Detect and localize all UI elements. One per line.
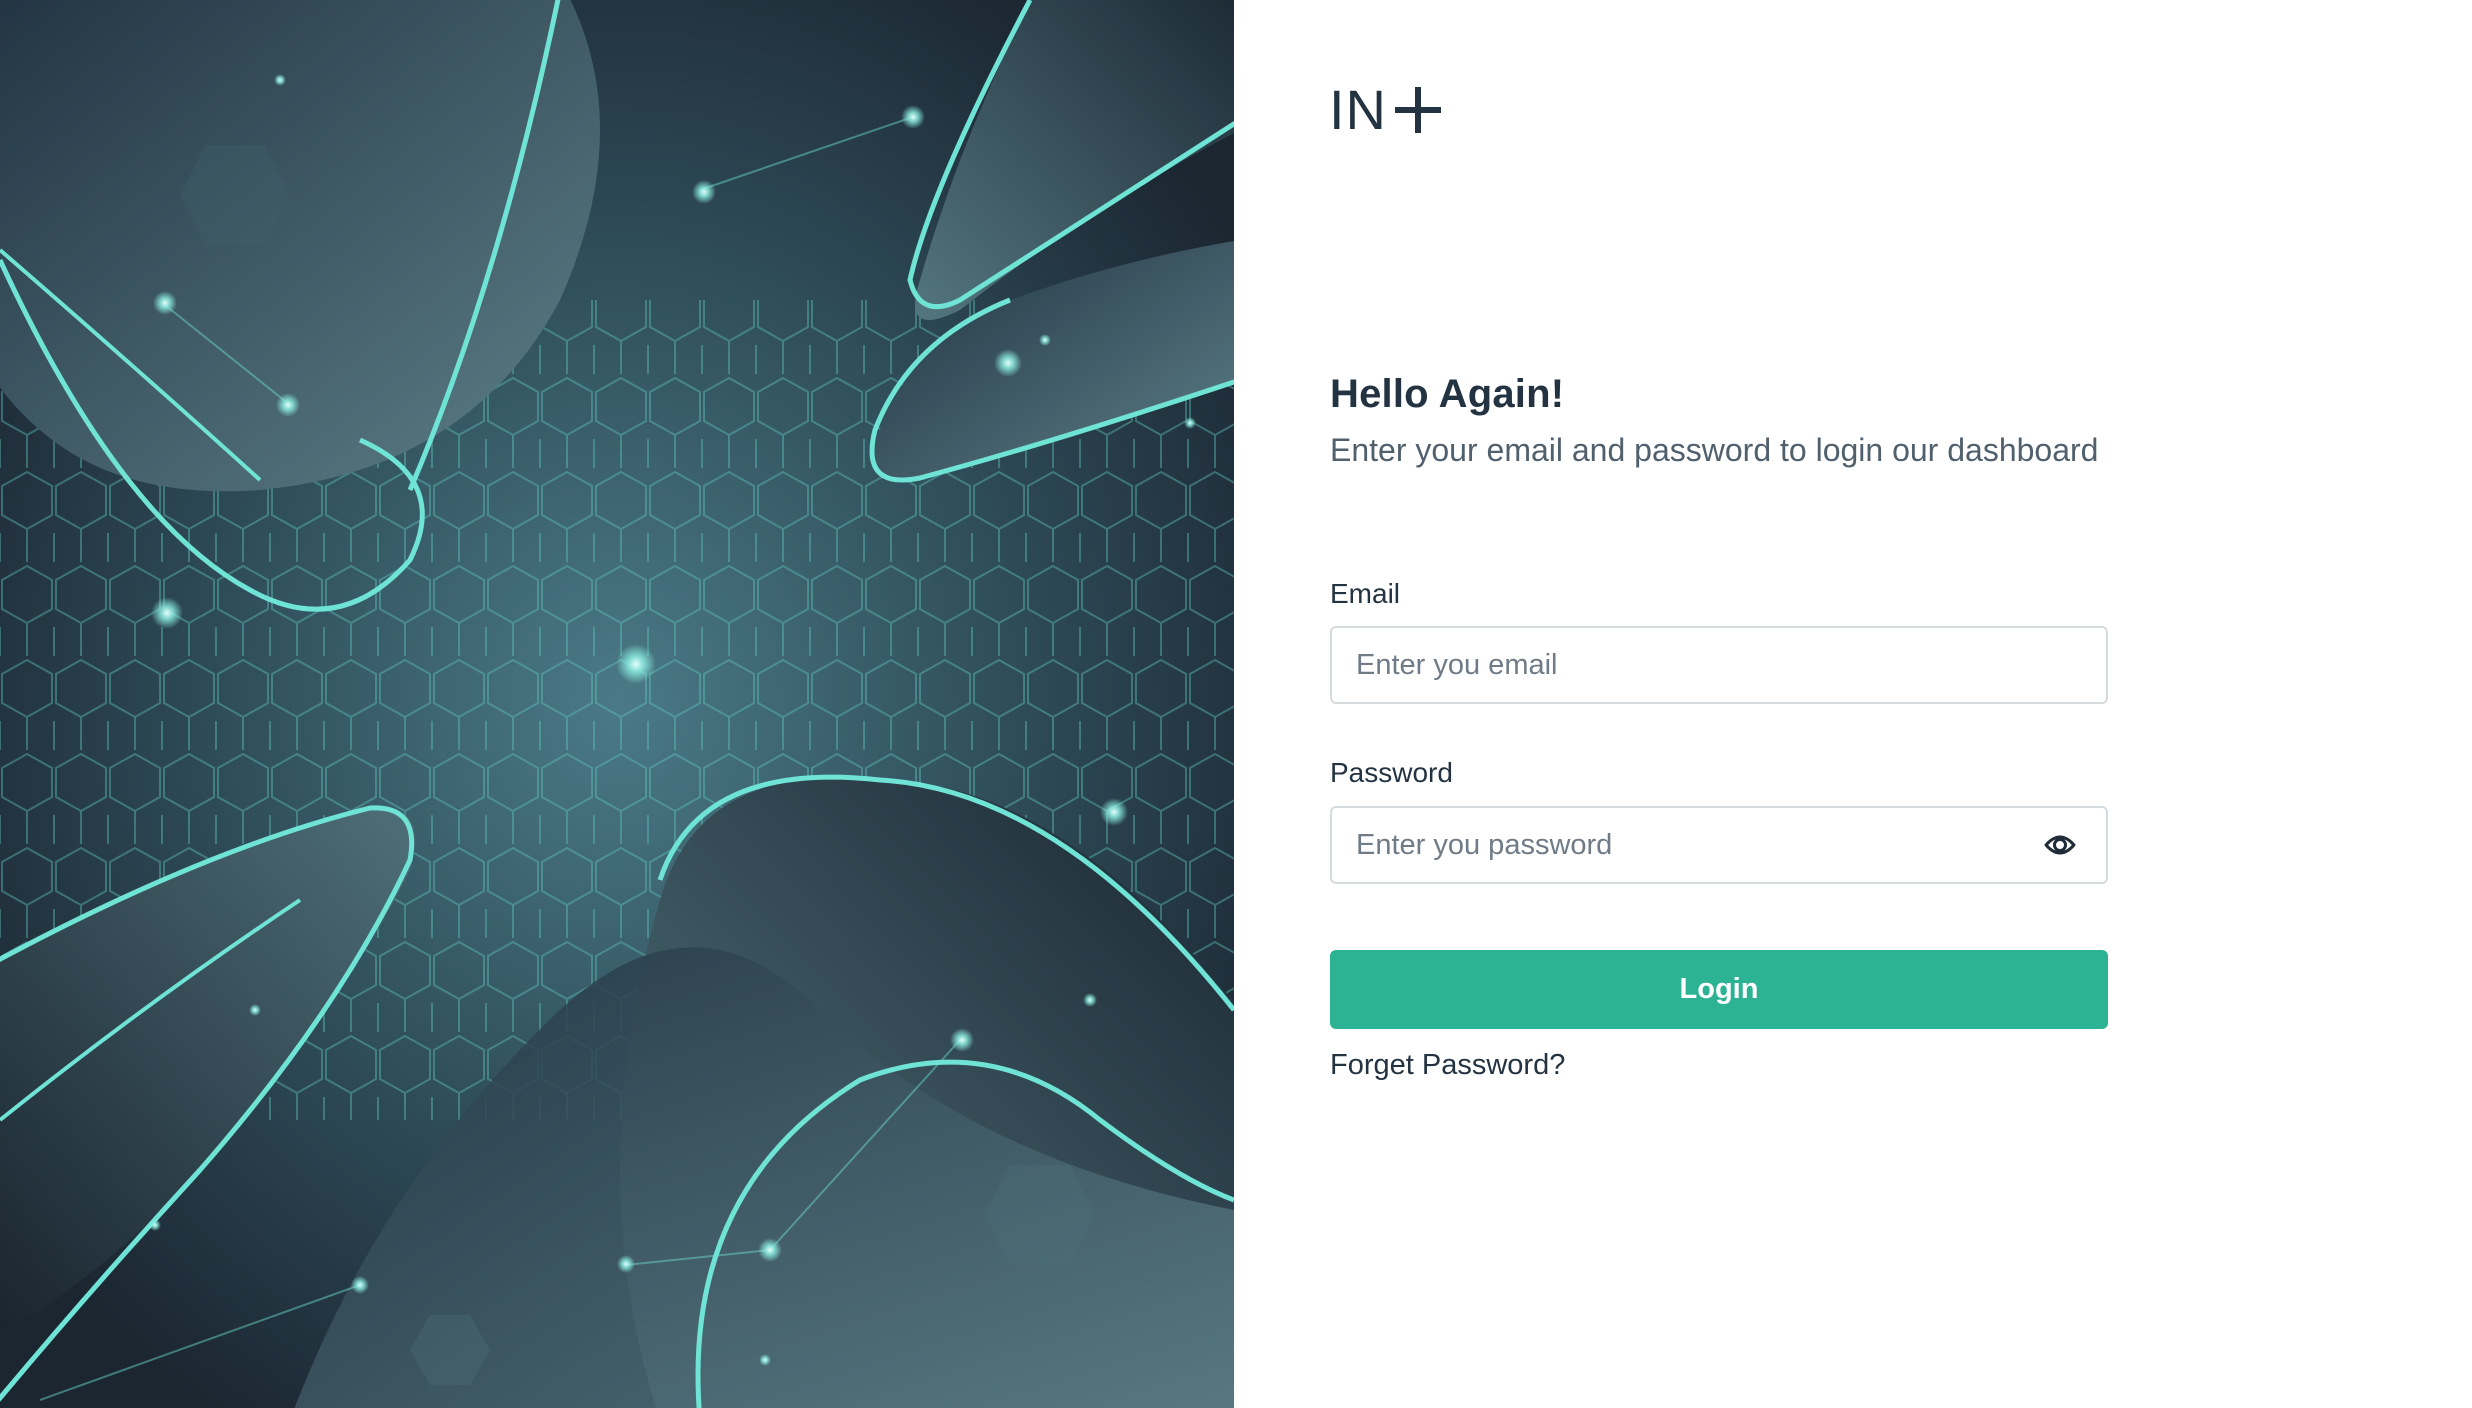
login-button[interactable]: Login [1330,950,2108,1029]
plus-icon [1395,87,1441,133]
password-field-container [1330,806,2108,884]
forgot-password-link[interactable]: Forget Password? [1330,1049,1565,1082]
abstract-hexagon-background [0,0,1234,1408]
password-label: Password [1330,757,1453,788]
login-panel: IN Hello Again! Enter your email and pas… [1234,0,2472,1408]
brand-logo[interactable]: IN [1329,82,1441,138]
password-input[interactable] [1332,808,2106,882]
logo-text: IN [1329,78,1387,141]
email-field-container [1330,626,2108,704]
login-heading: Hello Again! [1330,372,1565,416]
eye-icon[interactable] [2044,831,2076,859]
login-subheading: Enter your email and password to login o… [1330,432,2099,468]
hero-illustration [0,0,1234,1408]
email-label: Email [1330,578,1401,609]
email-input[interactable] [1332,628,2106,702]
